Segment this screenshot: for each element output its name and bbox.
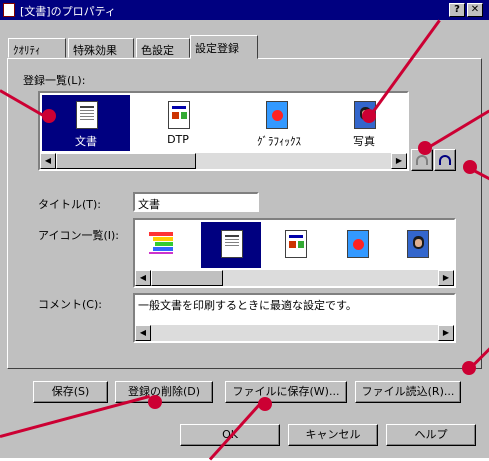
- scroll-right-arrow-icon[interactable]: ▶: [391, 153, 407, 169]
- tab-settings-registration[interactable]: 設定登録: [190, 35, 258, 59]
- cancel-button[interactable]: キャンセル: [288, 424, 378, 446]
- scroll-thumb[interactable]: [151, 270, 223, 286]
- icon-list[interactable]: ◀ ▶: [133, 218, 456, 288]
- help-button[interactable]: ?: [449, 3, 465, 17]
- window-title: [文書]のプロパティ: [20, 5, 116, 18]
- callout-dot: [258, 397, 272, 411]
- registered-list-scrollbar[interactable]: ◀ ▶: [40, 153, 407, 169]
- list-item-document[interactable]: 文書: [40, 93, 140, 153]
- arc-icon: [439, 155, 451, 165]
- icon-list-label: アイコン一覧(I):: [38, 229, 119, 242]
- list-item-dtp[interactable]: DTP: [144, 93, 234, 153]
- scroll-left-arrow-icon[interactable]: ◀: [40, 153, 56, 169]
- registered-list[interactable]: 文書 DTP ｸﾞﾗﾌｨｯｸｽ 写真 ◀ ▶: [38, 91, 409, 171]
- scroll-thumb[interactable]: [56, 153, 196, 169]
- list-item-graphics[interactable]: ｸﾞﾗﾌｨｯｸｽ: [230, 93, 320, 153]
- arc-up-icon: [416, 155, 428, 165]
- save-button[interactable]: 保存(S): [33, 381, 108, 403]
- move-down-button[interactable]: [434, 149, 456, 171]
- scroll-left-arrow-icon[interactable]: ◀: [135, 325, 151, 341]
- title-label: タイトル(T):: [38, 198, 102, 211]
- document-icon: [76, 101, 98, 129]
- comment-text: 一般文書を印刷するときに最適な設定です。: [138, 299, 357, 312]
- icon-list-scrollbar[interactable]: ◀ ▶: [135, 270, 454, 286]
- document-icon[interactable]: [221, 230, 243, 258]
- callout-dot: [418, 141, 432, 155]
- help-footer-button[interactable]: ヘルプ: [386, 424, 476, 446]
- comment-label: コメント(C):: [38, 298, 102, 311]
- scroll-right-arrow-icon[interactable]: ▶: [438, 325, 454, 341]
- graphics-icon: [266, 101, 288, 129]
- list-item-label: DTP: [167, 133, 189, 146]
- list-item-label: ｸﾞﾗﾌｨｯｸｽ: [257, 135, 301, 148]
- photo-icon[interactable]: [407, 230, 429, 258]
- callout-dot: [42, 109, 56, 123]
- dtp-icon: [168, 101, 190, 129]
- tab-color-settings[interactable]: 色設定: [136, 38, 190, 58]
- save-to-file-button[interactable]: ファイルに保存(W)...: [225, 381, 347, 403]
- window-icon: [3, 3, 15, 17]
- rainbow-3-icon[interactable]: [149, 232, 177, 254]
- callout-dot: [362, 109, 376, 123]
- list-item-photo[interactable]: 写真: [320, 93, 400, 153]
- scroll-right-arrow-icon[interactable]: ▶: [438, 270, 454, 286]
- callout-dot: [148, 395, 162, 409]
- title-bar[interactable]: [文書]のプロパティ ? ✕: [0, 0, 489, 20]
- callout-dot: [462, 361, 476, 375]
- callout-dot: [463, 160, 477, 174]
- close-button[interactable]: ✕: [467, 3, 483, 17]
- graphics-icon[interactable]: [347, 230, 369, 258]
- scroll-left-arrow-icon[interactable]: ◀: [135, 270, 151, 286]
- registered-list-label: 登録一覧(L):: [23, 74, 86, 87]
- tab-special-effects[interactable]: 特殊効果: [68, 38, 134, 58]
- list-item-label: 写真: [353, 135, 375, 148]
- title-input[interactable]: 文書: [133, 192, 259, 212]
- comment-textarea[interactable]: 一般文書を印刷するときに最適な設定です。 ◀ ▶: [133, 293, 456, 343]
- dtp-icon[interactable]: [285, 230, 307, 258]
- list-item-label: 文書: [75, 135, 97, 148]
- load-file-button[interactable]: ファイル読込(R)...: [355, 381, 461, 403]
- tab-quality[interactable]: ｸｵﾘﾃｨ: [8, 38, 66, 58]
- comment-scrollbar[interactable]: ◀ ▶: [135, 325, 454, 341]
- properties-dialog: [文書]のプロパティ ? ✕ ｸｵﾘﾃｨ 特殊効果 色設定 設定登録 登録一覧(…: [0, 0, 489, 458]
